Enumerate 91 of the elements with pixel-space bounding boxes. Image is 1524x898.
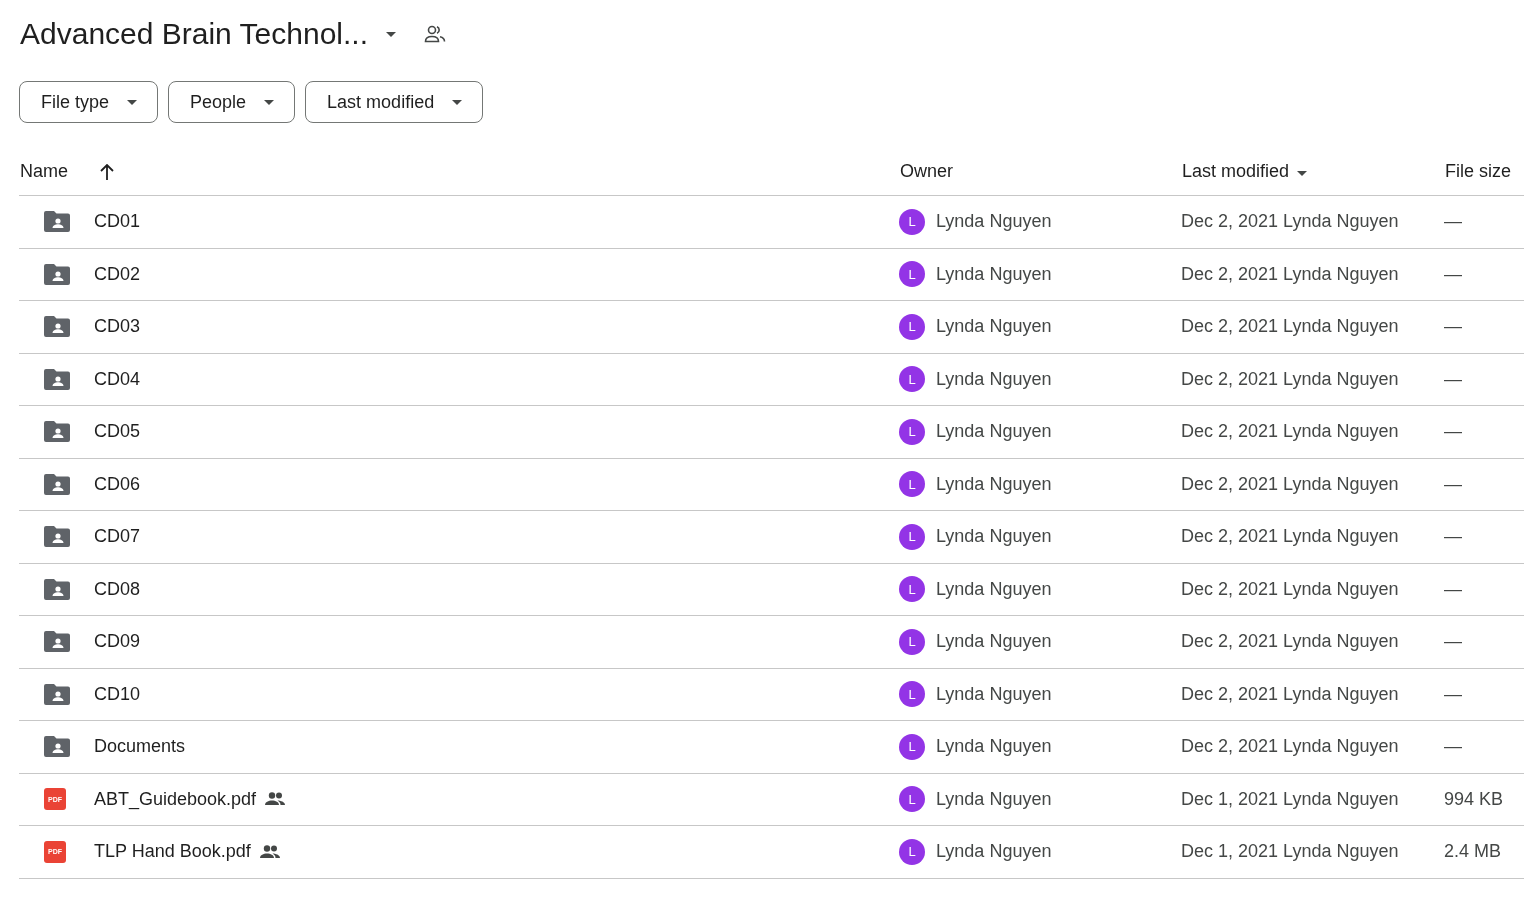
caret-icon xyxy=(264,99,275,105)
file-name[interactable]: CD06 xyxy=(94,470,141,498)
caret-icon xyxy=(452,99,463,105)
folder-title: Advanced Brain Technol... xyxy=(20,16,368,52)
owner-name: Lynda Nguyen xyxy=(936,735,1052,759)
avatar: L xyxy=(899,733,925,760)
avatar: L xyxy=(899,471,925,498)
owner-name: Lynda Nguyen xyxy=(936,420,1052,444)
file-size: 994 KB xyxy=(1444,787,1504,811)
owner-name: Lynda Nguyen xyxy=(936,682,1052,706)
file-name[interactable]: CD04 xyxy=(94,365,141,393)
shared-folder-icon xyxy=(44,473,70,495)
file-size: — xyxy=(1444,525,1462,549)
file-size: — xyxy=(1444,735,1462,759)
avatar: L xyxy=(899,313,925,340)
avatar: L xyxy=(899,366,925,393)
owner-name: Lynda Nguyen xyxy=(936,840,1052,864)
people-outline-icon[interactable] xyxy=(424,25,446,43)
owner-name: Lynda Nguyen xyxy=(936,367,1052,391)
owner-name: Lynda Nguyen xyxy=(936,787,1052,811)
file-size: — xyxy=(1444,577,1462,601)
owner-name: Lynda Nguyen xyxy=(936,577,1052,601)
owner-name: Lynda Nguyen xyxy=(936,525,1052,549)
file-size: — xyxy=(1444,367,1462,391)
file-size: — xyxy=(1444,210,1462,234)
file-name[interactable]: CD03 xyxy=(94,313,141,341)
modified-date: Dec 2, 2021 Lynda Nguyen xyxy=(1181,472,1399,496)
modified-date: Dec 2, 2021 Lynda Nguyen xyxy=(1181,525,1399,549)
column-header[interactable]: Last modified xyxy=(1181,158,1290,185)
file-size: 2.4 MB xyxy=(1444,840,1502,864)
avatar: L xyxy=(899,208,925,235)
modified-date: Dec 2, 2021 Lynda Nguyen xyxy=(1181,630,1399,654)
filter-dropdown[interactable]: Last modified xyxy=(305,81,484,123)
modified-date: Dec 2, 2021 Lynda Nguyen xyxy=(1181,315,1399,339)
shared-folder-icon xyxy=(44,316,70,338)
avatar: L xyxy=(899,786,925,813)
file-size: — xyxy=(1444,420,1462,444)
avatar: L xyxy=(899,681,925,708)
shared-folder-icon xyxy=(44,631,70,653)
file-name[interactable]: CD10 xyxy=(94,680,141,708)
caret-icon xyxy=(127,99,138,105)
avatar: L xyxy=(899,838,925,865)
file-size: — xyxy=(1444,682,1462,706)
avatar: L xyxy=(899,523,925,550)
modified-date: Dec 2, 2021 Lynda Nguyen xyxy=(1181,577,1399,601)
file-name[interactable]: CD02 xyxy=(94,260,141,288)
filter-dropdown[interactable]: People xyxy=(168,81,296,123)
title-caret-icon xyxy=(386,31,396,37)
file-name[interactable]: CD01 xyxy=(94,208,141,236)
shared-folder-icon xyxy=(44,421,70,443)
column-header[interactable]: Owner xyxy=(899,158,953,185)
shared-folder-icon xyxy=(44,368,70,390)
owner-name: Lynda Nguyen xyxy=(936,262,1052,286)
file-name[interactable]: Documents xyxy=(94,733,186,761)
modified-date: Dec 1, 2021 Lynda Nguyen xyxy=(1181,840,1399,864)
file-size: — xyxy=(1444,262,1462,286)
file-size: — xyxy=(1444,630,1462,654)
shared-folder-icon xyxy=(44,736,70,758)
avatar: L xyxy=(899,261,925,288)
file-name[interactable]: CD08 xyxy=(94,575,141,603)
sort-caret-icon xyxy=(1297,171,1308,176)
owner-name: Lynda Nguyen xyxy=(936,210,1052,234)
modified-date: Dec 1, 2021 Lynda Nguyen xyxy=(1181,787,1399,811)
shared-folder-icon xyxy=(44,578,70,600)
filter-dropdown[interactable]: File type xyxy=(19,81,159,123)
file-size: — xyxy=(1444,315,1462,339)
modified-date: Dec 2, 2021 Lynda Nguyen xyxy=(1181,262,1399,286)
file-name[interactable]: CD05 xyxy=(94,418,141,446)
shared-folder-icon xyxy=(44,526,70,548)
file-name[interactable]: ABT_Guidebook.pdf xyxy=(94,785,257,813)
modified-date: Dec 2, 2021 Lynda Nguyen xyxy=(1181,682,1399,706)
avatar: L xyxy=(899,418,925,445)
modified-date: Dec 2, 2021 Lynda Nguyen xyxy=(1181,420,1399,444)
avatar: L xyxy=(899,628,925,655)
shared-folder-icon xyxy=(44,211,70,233)
file-name[interactable]: TLP Hand Book.pdf xyxy=(94,838,251,866)
file-size: — xyxy=(1444,472,1462,496)
avatar: L xyxy=(899,576,925,603)
column-header[interactable]: Name xyxy=(19,158,68,185)
modified-date: Dec 2, 2021 Lynda Nguyen xyxy=(1181,367,1399,391)
owner-name: Lynda Nguyen xyxy=(936,630,1052,654)
owner-name: Lynda Nguyen xyxy=(936,472,1052,496)
shared-folder-icon xyxy=(44,683,70,705)
column-header[interactable]: File size xyxy=(1444,158,1511,185)
shared-folder-icon xyxy=(44,263,70,285)
modified-date: Dec 2, 2021 Lynda Nguyen xyxy=(1181,735,1399,759)
modified-date: Dec 2, 2021 Lynda Nguyen xyxy=(1181,210,1399,234)
arrow-up-icon[interactable] xyxy=(100,163,114,180)
owner-name: Lynda Nguyen xyxy=(936,315,1052,339)
file-name[interactable]: CD07 xyxy=(94,523,141,551)
file-name[interactable]: CD09 xyxy=(94,628,141,656)
